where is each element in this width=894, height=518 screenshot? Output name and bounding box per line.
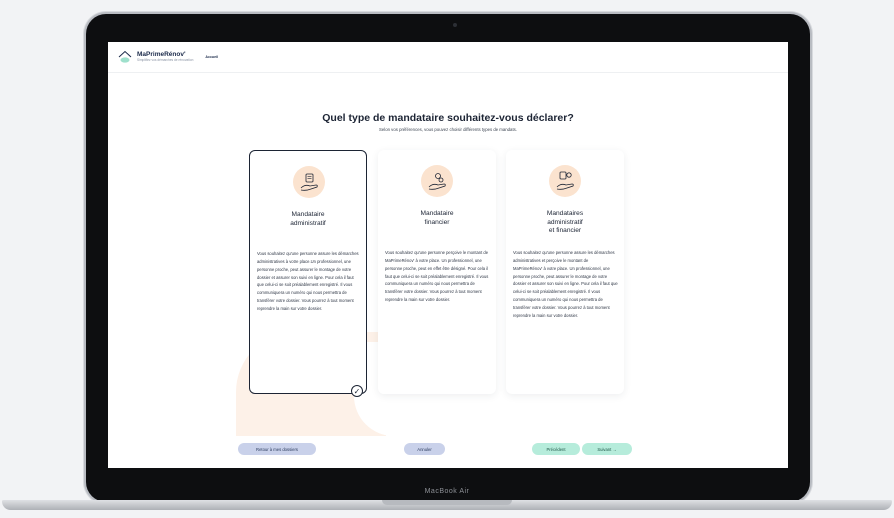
back-to-dossiers-button[interactable]: Retour à mes dossiers: [238, 443, 316, 455]
card-mandataire-administratif[interactable]: Mandataire administratif Vous souhaitez …: [249, 150, 367, 397]
laptop-notch: [382, 500, 512, 505]
logo[interactable]: MaPrimeRénov' Simplifiez vos démarches d…: [118, 50, 193, 64]
card-title-line: et financier: [548, 227, 582, 235]
previous-button[interactable]: Précédent: [532, 443, 580, 455]
card-title-line: Mandataires: [546, 210, 584, 217]
hand-documents-coins-icon: [549, 165, 581, 197]
device-label: MacBook Air: [424, 488, 470, 495]
nav-home-link[interactable]: Accueil: [205, 55, 218, 59]
app-header: MaPrimeRénov' Simplifiez vos démarches d…: [108, 42, 788, 73]
webcam: [453, 23, 457, 27]
card-title: Mandataire administratif: [256, 211, 360, 228]
next-button[interactable]: Suivant →: [582, 443, 632, 455]
card-description: Vous souhaitez qu'une personne perçoive …: [385, 250, 489, 303]
card-title-line: administratif: [547, 218, 583, 226]
card-title-line: administratif: [290, 219, 326, 227]
house-logo-icon: [118, 50, 132, 63]
card-title: Mandataire financier: [384, 210, 490, 227]
card-title-line: Mandataire: [420, 210, 454, 217]
page-subtitle: Selon vos préférences, vous pouvez chois…: [379, 127, 517, 132]
card-title-line: financier: [424, 218, 450, 226]
app-screen: MaPrimeRénov' Simplifiez vos démarches d…: [108, 42, 788, 468]
card-title-line: Mandataire: [291, 211, 325, 218]
card-description: Vous souhaitez qu'une personne assure le…: [257, 251, 359, 311]
hand-documents-icon: [293, 166, 325, 198]
card-mandataire-financier[interactable]: Mandataire financier Vous souhaitez qu'u…: [378, 150, 496, 394]
cancel-button[interactable]: Annuler: [404, 443, 445, 455]
page-title: Quel type de mandataire souhaitez-vous d…: [322, 112, 574, 124]
card-mandataires-administratif-financier[interactable]: Mandataires administratif et financier V…: [506, 150, 624, 394]
hand-coins-icon: [421, 165, 453, 197]
card-title: Mandataires administratif et financier: [512, 210, 618, 236]
logo-tagline: Simplifiez vos démarches de rénovation: [137, 58, 194, 63]
card-description: Vous souhaitez qu'une personne assure le…: [513, 250, 618, 318]
checkmark-icon: ✓: [351, 385, 363, 397]
